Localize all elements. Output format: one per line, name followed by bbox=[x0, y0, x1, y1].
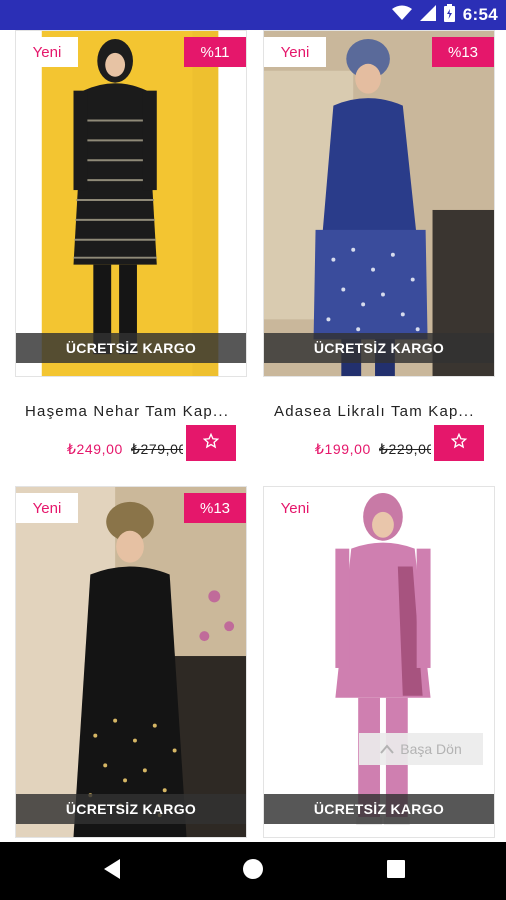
recents-icon bbox=[386, 859, 406, 884]
back-to-top-label: Başa Dön bbox=[400, 741, 462, 757]
free-shipping-label: ÜCRETSİZ KARGO bbox=[16, 794, 246, 824]
wifi-icon bbox=[391, 5, 412, 26]
back-button[interactable] bbox=[72, 842, 152, 900]
product-image[interactable] bbox=[16, 31, 246, 376]
product-card[interactable]: Yeni %13 ÜCRETSİZ KARGO bbox=[263, 30, 495, 377]
clock: 6:54 bbox=[462, 5, 498, 24]
new-badge: Yeni bbox=[264, 37, 326, 67]
free-shipping-label: ÜCRETSİZ KARGO bbox=[264, 794, 494, 824]
old-price: ₺279,00 bbox=[130, 440, 183, 457]
home-button[interactable] bbox=[213, 842, 293, 900]
current-price: ₺249,00 bbox=[67, 440, 123, 457]
discount-badge: %13 bbox=[432, 37, 494, 67]
status-bar: 6:54 bbox=[0, 0, 506, 30]
free-shipping-label: ÜCRETSİZ KARGO bbox=[16, 333, 246, 363]
star-icon bbox=[202, 432, 220, 454]
free-shipping-label: ÜCRETSİZ KARGO bbox=[264, 333, 494, 363]
product-image[interactable] bbox=[264, 487, 494, 837]
battery-icon bbox=[443, 3, 455, 27]
product-image[interactable] bbox=[16, 487, 246, 837]
product-card[interactable]: Yeni %11 ÜCRETSİZ KARGO bbox=[15, 30, 247, 377]
back-to-top-button[interactable]: Başa Dön bbox=[359, 733, 483, 765]
product-name[interactable]: Adasea Likralı Tam Kap... bbox=[274, 403, 489, 420]
product-grid[interactable]: Yeni %11 ÜCRETSİZ KARGO Haşema Nehar Tam… bbox=[0, 30, 506, 842]
home-icon bbox=[242, 858, 264, 885]
back-icon bbox=[102, 858, 122, 885]
discount-badge: %13 bbox=[184, 493, 246, 523]
chevron-up-icon bbox=[380, 741, 395, 757]
favorite-button[interactable] bbox=[186, 425, 236, 461]
navigation-bar bbox=[0, 842, 506, 900]
price-row: ₺199,00 ₺229,00 bbox=[315, 438, 431, 460]
new-badge: Yeni bbox=[264, 493, 326, 523]
current-price: ₺199,00 bbox=[315, 440, 371, 457]
old-price: ₺229,00 bbox=[378, 440, 431, 457]
product-card[interactable]: Yeni %13 ÜCRETSİZ KARGO bbox=[15, 486, 247, 838]
star-icon bbox=[450, 432, 468, 454]
favorite-button[interactable] bbox=[434, 425, 484, 461]
signal-icon bbox=[419, 4, 436, 26]
product-card[interactable]: Yeni ÜCRETSİZ KARGO bbox=[263, 486, 495, 838]
discount-badge: %11 bbox=[184, 37, 246, 67]
product-image[interactable] bbox=[264, 31, 494, 376]
new-badge: Yeni bbox=[16, 37, 78, 67]
new-badge: Yeni bbox=[16, 493, 78, 523]
product-name[interactable]: Haşema Nehar Tam Kap... bbox=[25, 403, 240, 420]
price-row: ₺249,00 ₺279,00 bbox=[67, 438, 183, 460]
recents-button[interactable] bbox=[356, 842, 436, 900]
